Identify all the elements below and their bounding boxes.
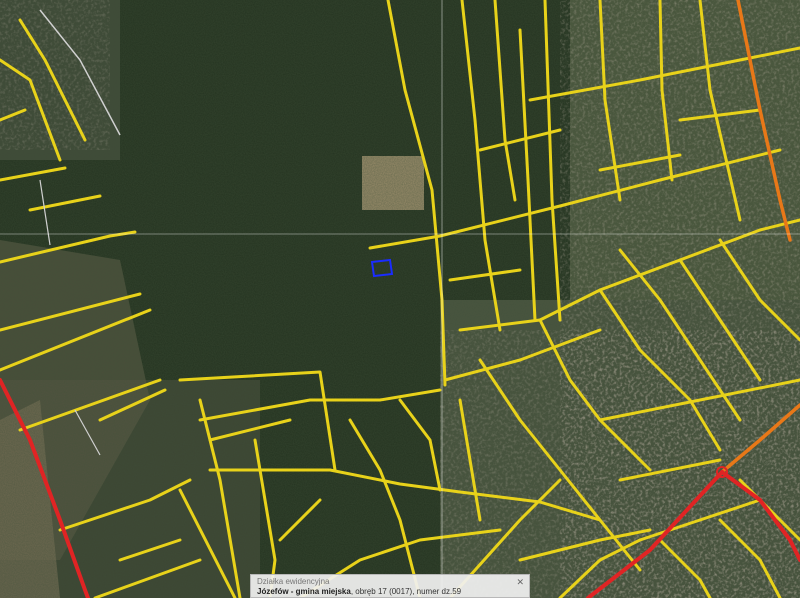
map-viewport[interactable]: Działka ewidencyjna Józefów - gmina miej… <box>0 0 800 598</box>
popup-title: Działka ewidencyjna <box>257 577 330 586</box>
popup-location: Józefów - gmina miejska <box>257 587 351 596</box>
parcel-info-popup: Działka ewidencyjna Józefów - gmina miej… <box>250 574 530 598</box>
map-canvas[interactable] <box>0 0 800 598</box>
popup-detail: , obręb 17 (0017), numer dz.59 <box>350 587 462 596</box>
popup-parcel-info: Józefów - gmina miejska, obręb 17 (0017)… <box>257 587 523 597</box>
close-icon[interactable]: ✕ <box>516 577 524 587</box>
